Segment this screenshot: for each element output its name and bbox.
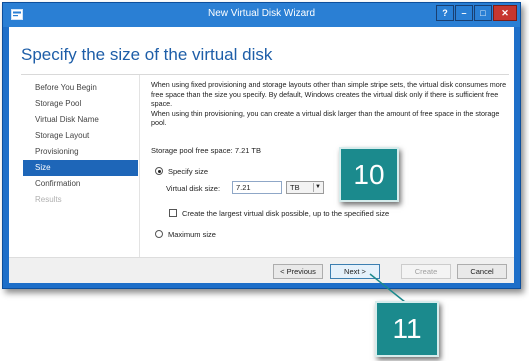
chevron-down-icon[interactable]: ▼ <box>313 183 322 192</box>
specify-size-option[interactable]: Specify size <box>155 167 208 179</box>
maximum-size-radio[interactable] <box>155 230 163 238</box>
size-panel: When using fixed provisioning and storag… <box>151 80 511 239</box>
wizard-client-area: Specify the size of the virtual disk Bef… <box>9 27 514 283</box>
create-largest-label: Create the largest virtual disk possible… <box>182 209 390 218</box>
nav-item-virtual-disk-name[interactable]: Virtual Disk Name <box>23 112 138 128</box>
pool-free-space-value: 7.21 TB <box>234 146 261 155</box>
virtual-disk-size-label: Virtual disk size: <box>166 184 221 193</box>
create-button: Create <box>401 264 451 279</box>
size-unit-select[interactable]: TB ▼ <box>286 181 324 194</box>
specify-size-label: Specify size <box>168 167 209 176</box>
nav-item-confirmation[interactable]: Confirmation <box>23 176 138 192</box>
wizard-window: New Virtual Disk Wizard ? – □ ✕ Specify … <box>2 2 521 289</box>
wizard-nav: Before You Begin Storage Pool Virtual Di… <box>23 80 138 208</box>
size-unit-value: TB <box>290 183 300 192</box>
virtual-disk-size-input[interactable]: 7.21 <box>232 181 282 194</box>
cancel-button[interactable]: Cancel <box>457 264 507 279</box>
close-button[interactable]: ✕ <box>493 5 517 21</box>
thin-provisioning-description: When using thin provisioning, you can cr… <box>151 108 500 128</box>
page-title: Specify the size of the virtual disk <box>21 45 273 64</box>
specify-size-radio[interactable] <box>155 167 163 175</box>
nav-item-storage-pool[interactable]: Storage Pool <box>23 96 138 112</box>
previous-button[interactable]: < Previous <box>273 264 323 279</box>
create-largest-option[interactable]: Create the largest virtual disk possible… <box>169 209 389 218</box>
title-bar[interactable]: New Virtual Disk Wizard ? – □ ✕ <box>3 3 520 27</box>
next-button[interactable]: Next > <box>330 264 380 279</box>
nav-item-before-you-begin[interactable]: Before You Begin <box>23 80 138 96</box>
callout-step-10: 10 <box>339 147 399 202</box>
nav-item-results: Results <box>35 195 62 204</box>
header-divider <box>21 74 509 75</box>
button-bar: < Previous Next > Create Cancel <box>9 257 514 283</box>
pool-free-space-label: Storage pool free space: <box>151 146 233 155</box>
callout-step-11: 11 <box>375 301 439 357</box>
nav-separator <box>139 75 140 259</box>
pool-free-space: Storage pool free space: 7.21 TB <box>151 146 261 155</box>
help-button[interactable]: ? <box>436 5 454 21</box>
maximize-button[interactable]: □ <box>474 5 492 21</box>
nav-item-storage-layout[interactable]: Storage Layout <box>23 128 138 144</box>
provisioning-description: When using fixed provisioning and storag… <box>151 80 507 109</box>
create-largest-checkbox[interactable] <box>169 209 177 217</box>
nav-item-provisioning[interactable]: Provisioning <box>23 144 138 160</box>
nav-item-size[interactable]: Size <box>23 160 138 176</box>
maximum-size-option[interactable]: Maximum size <box>155 230 216 242</box>
minimize-button[interactable]: – <box>455 5 473 21</box>
maximum-size-label: Maximum size <box>168 230 216 239</box>
